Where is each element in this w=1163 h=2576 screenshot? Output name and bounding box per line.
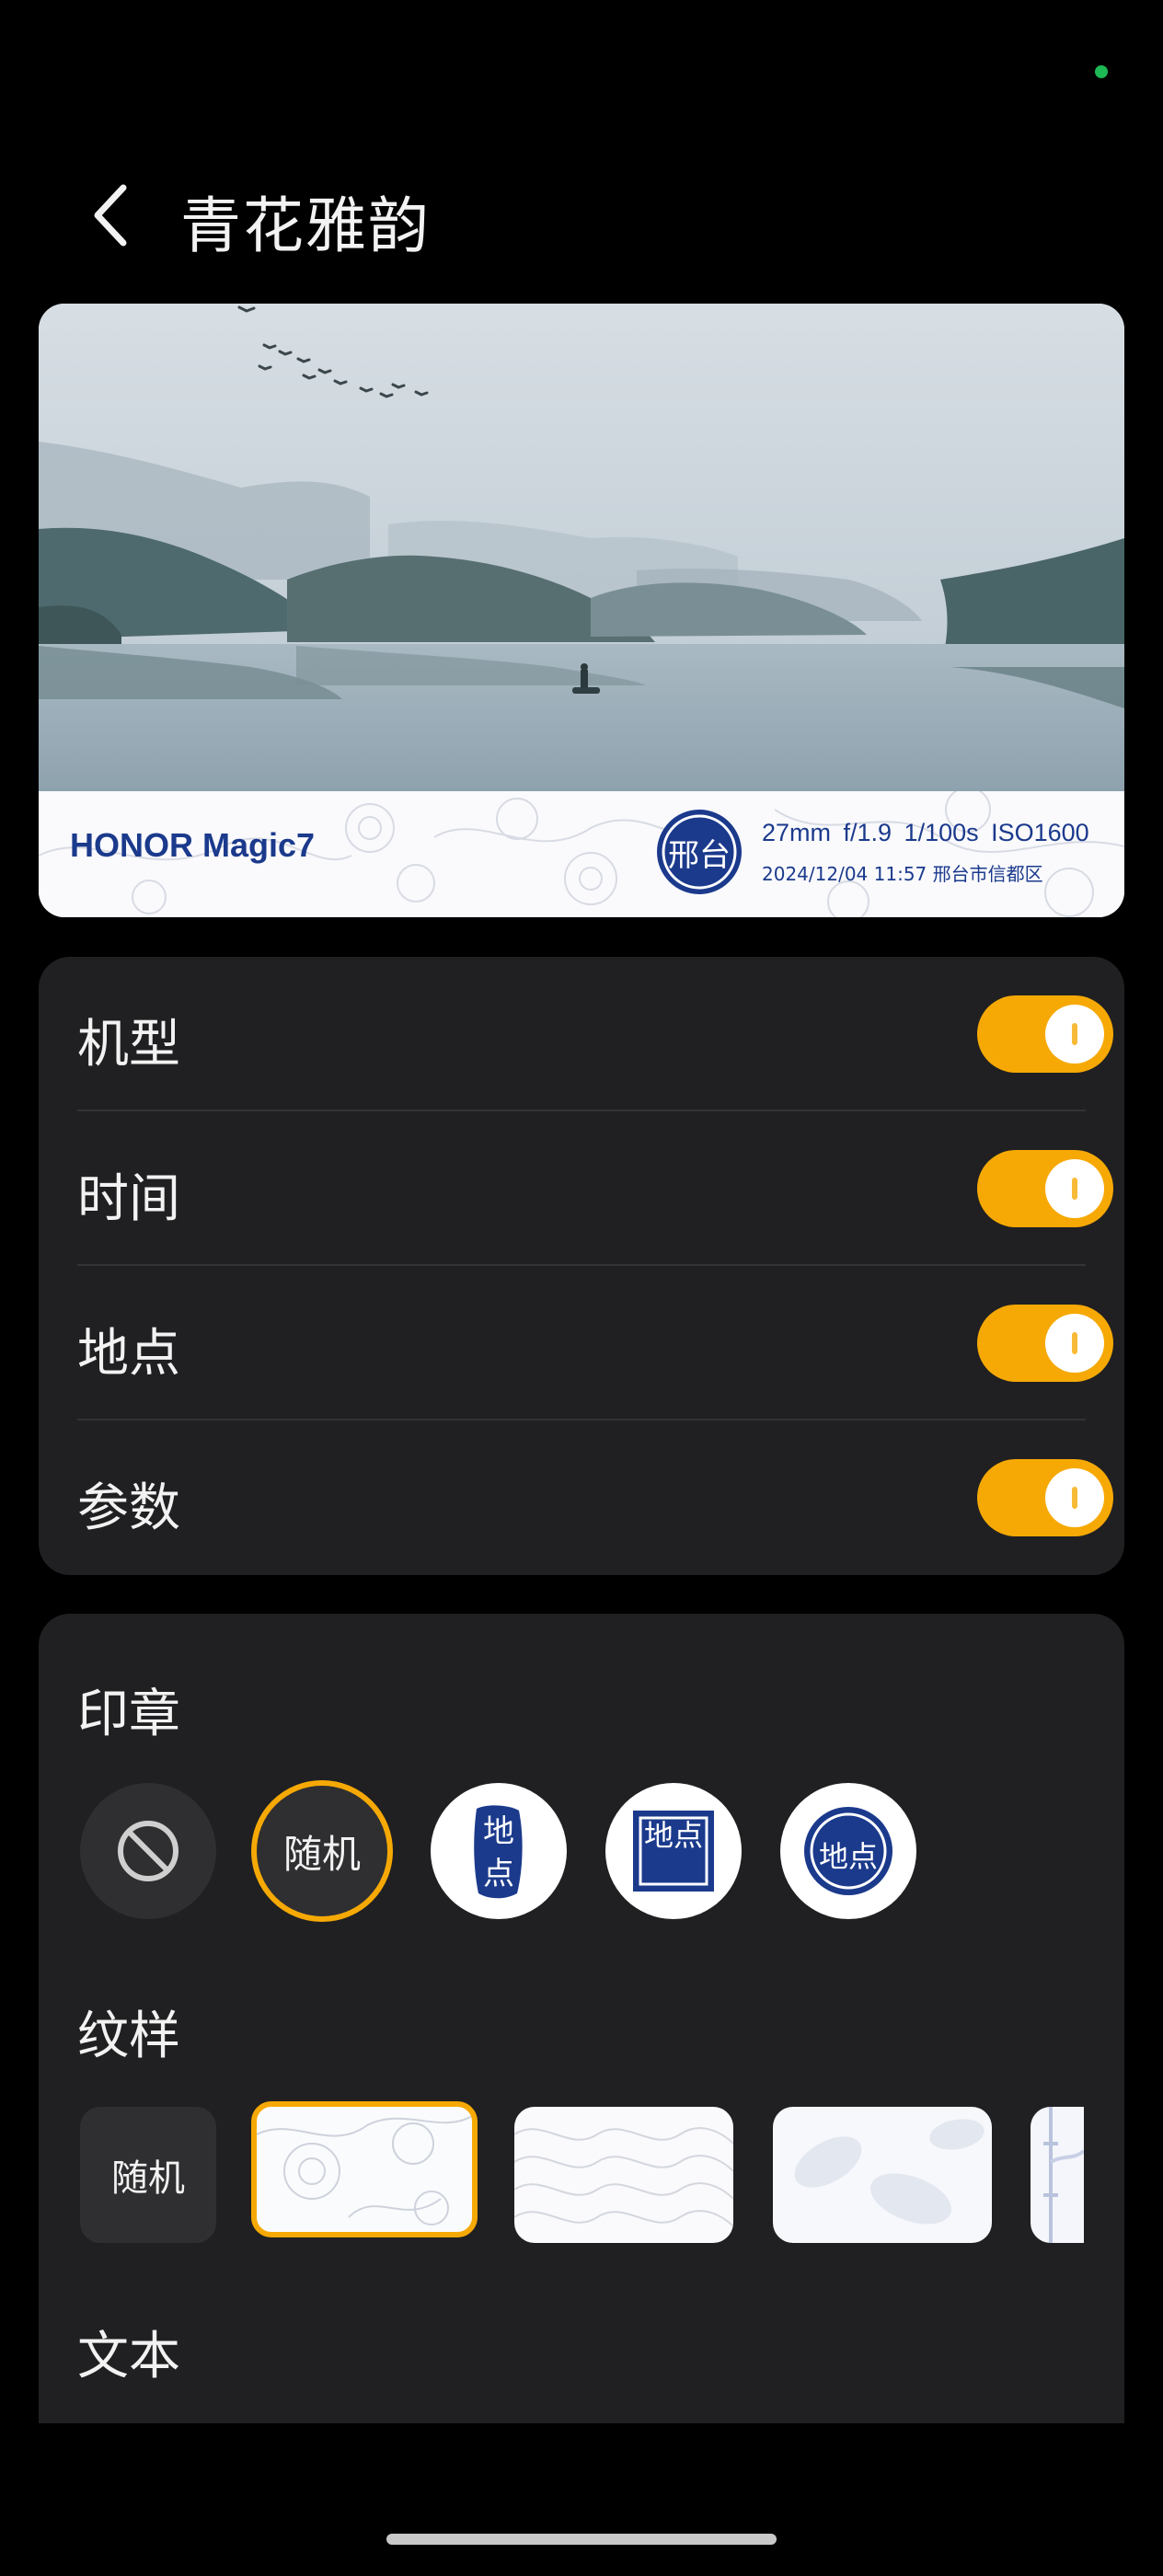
pattern-option-clouds[interactable] <box>514 2107 733 2243</box>
bamboo-pattern-thumbnail <box>1043 2107 1084 2243</box>
app-header: 青花雅韵 <box>0 166 1163 267</box>
stamp-option-round[interactable]: 地点 <box>780 1783 916 1919</box>
stamp-random-label: 随机 <box>282 1831 361 1877</box>
toggle-row-model: 机型 <box>77 957 1113 1111</box>
toggle-row-time: 时间 <box>77 1111 1113 1266</box>
toggle-label: 机型 <box>77 1015 180 1075</box>
toggle-label: 地点 <box>77 1324 180 1384</box>
seal-text: 邢台 <box>668 837 731 874</box>
watermark-footer: HONOR Magic7 邢台 27mm f/1.9 1/100s ISO160… <box>39 791 1124 917</box>
toggle-knob <box>1045 1468 1104 1527</box>
stamp-option-random[interactable]: 随机 <box>251 1780 393 1922</box>
stamp-option-vertical[interactable]: 地点 <box>431 1783 567 1919</box>
toggle-knob <box>1045 1314 1104 1373</box>
toggle-label: 时间 <box>77 1169 180 1229</box>
pattern-random-label: 随机 <box>111 2157 185 2200</box>
seal-text: 地点 <box>643 1818 703 1853</box>
leaf-pattern-thumbnail <box>794 2119 985 2225</box>
pattern-option-bamboo[interactable] <box>1031 2107 1084 2243</box>
pattern-option-random[interactable]: 随机 <box>80 2107 216 2243</box>
model-toggle[interactable] <box>977 995 1113 1073</box>
landscape-photo <box>39 304 1124 791</box>
home-indicator[interactable] <box>386 2534 777 2545</box>
pattern-option-leaves[interactable] <box>773 2107 992 2243</box>
params-toggle[interactable] <box>977 1459 1113 1536</box>
location-toggle[interactable] <box>977 1305 1113 1382</box>
brand-text: HONOR Magic7 <box>70 826 316 864</box>
pattern-section-title: 纹样 <box>77 2007 180 2066</box>
text-section-title: 文本 <box>77 2327 180 2386</box>
page-title: 青花雅韵 <box>180 190 431 261</box>
time-toggle[interactable] <box>977 1150 1113 1227</box>
toggle-row-location: 地点 <box>77 1266 1113 1420</box>
toggle-knob <box>1045 1005 1104 1064</box>
seal-text: 地点 <box>818 1839 878 1874</box>
back-arrow-icon[interactable] <box>85 178 140 252</box>
toggle-row-params: 参数 <box>77 1420 1113 1575</box>
stamp-section-title: 印章 <box>77 1685 180 1744</box>
location-seal: 邢台 <box>655 808 743 896</box>
pattern-option-peony[interactable] <box>251 2101 478 2237</box>
watermark-preview: HONOR Magic7 邢台 27mm f/1.9 1/100s ISO160… <box>39 304 1124 917</box>
peony-pattern-thumbnail <box>257 2115 472 2225</box>
info-toggles-card: 机型 时间 地点 参数 <box>39 957 1124 1575</box>
datetime-location: 2024/12/04 11:57 邢台市信都区 <box>762 863 1043 885</box>
status-indicator-dot <box>1095 65 1108 78</box>
stamp-option-square[interactable]: 地点 <box>605 1783 742 1919</box>
stamp-option-none[interactable] <box>80 1783 216 1919</box>
cloud-pattern-thumbnail <box>514 2127 733 2227</box>
style-options-card: 印章 随机 地点 地点 地点 纹样 随机 文本 <box>39 1614 1124 2423</box>
toggle-label: 参数 <box>77 1478 180 1538</box>
camera-params: 27mm f/1.9 1/100s ISO1600 <box>762 819 1089 846</box>
toggle-knob <box>1045 1159 1104 1218</box>
seal-text: 地点 <box>483 1813 514 1892</box>
no-entry-icon <box>118 1821 178 1881</box>
